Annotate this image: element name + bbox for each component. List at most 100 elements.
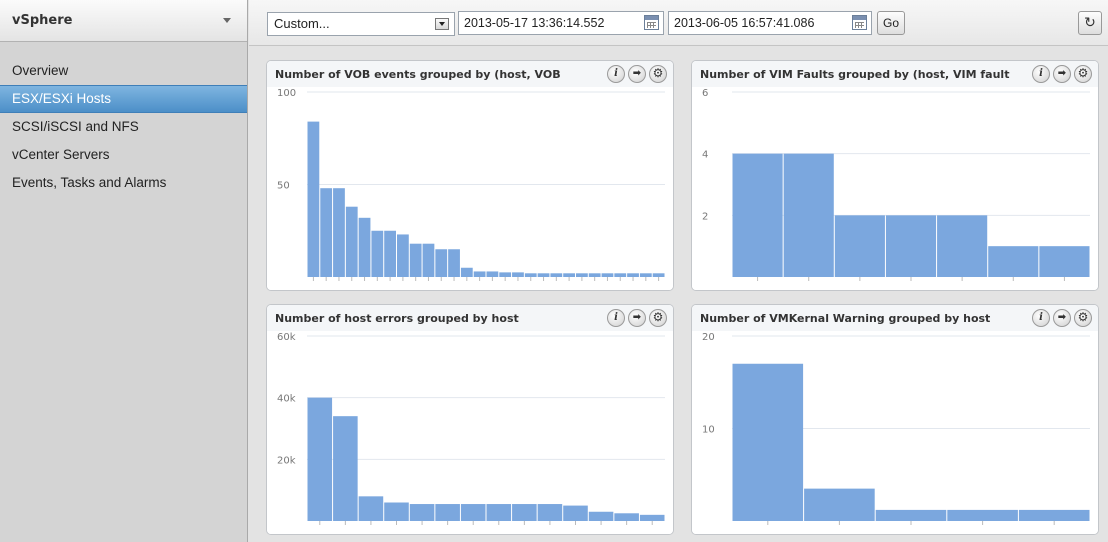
bar [358, 217, 371, 277]
chart-panel-vim-faults: Number of VIM Faults grouped by (host, V… [691, 60, 1099, 291]
bar [371, 230, 384, 277]
gear-icon[interactable]: ⚙ [1074, 309, 1092, 327]
bar [652, 273, 665, 277]
calendar-icon[interactable] [852, 15, 867, 30]
bar [409, 504, 435, 521]
bar [639, 273, 652, 277]
arrow-right-icon[interactable]: ➡ [1053, 65, 1071, 83]
end-date-field[interactable]: 2013-06-05 16:57:41.086 [668, 11, 872, 35]
main-content: Custom... 2013-05-17 13:36:14.552 2013-0… [249, 0, 1108, 542]
start-date-field[interactable]: 2013-05-17 13:36:14.552 [458, 11, 664, 35]
bar [639, 514, 665, 521]
bar [834, 215, 885, 277]
chart-panel-vmkernel-warnings: Number of VMKernal Warning grouped by ho… [691, 304, 1099, 535]
bar [358, 496, 384, 521]
bar [435, 504, 460, 521]
bar [732, 153, 783, 277]
gear-icon[interactable]: ⚙ [649, 309, 667, 327]
bar [422, 243, 435, 277]
bar [804, 488, 875, 521]
info-icon[interactable]: i [1032, 309, 1050, 327]
bar [563, 273, 575, 277]
toolbar: Custom... 2013-05-17 13:36:14.552 2013-0… [249, 0, 1108, 46]
bar [537, 273, 550, 277]
bar [550, 273, 563, 277]
y-tick-label: 50 [277, 181, 290, 192]
info-icon[interactable]: i [607, 309, 625, 327]
bar [614, 273, 627, 277]
chart-plot: 2 4 6 [692, 87, 1098, 290]
bar [601, 273, 614, 277]
refresh-icon[interactable]: ↻ [1078, 11, 1102, 35]
bar [499, 272, 512, 277]
bar [333, 416, 358, 521]
time-range-select[interactable]: Custom... [267, 12, 455, 36]
bar [563, 505, 588, 521]
bar [307, 121, 320, 277]
bar [875, 509, 947, 521]
bar [409, 243, 422, 277]
sidebar-item-vcenter-servers[interactable]: vCenter Servers [0, 141, 247, 169]
time-range-value: Custom... [274, 16, 330, 31]
y-tick-label: 60k [277, 332, 296, 343]
bar [947, 509, 1018, 521]
bar [384, 502, 409, 521]
sidebar-item-storage[interactable]: SCSI/iSCSI and NFS [0, 113, 247, 141]
sidebar-item-overview[interactable]: Overview [0, 57, 247, 85]
y-tick-label: 10 [702, 425, 715, 436]
sidebar-title: vSphere [12, 13, 73, 28]
sidebar-nav: Overview ESX/ESXi Hosts SCSI/iSCSI and N… [0, 42, 247, 197]
chevron-down-icon[interactable] [223, 18, 231, 23]
bar [460, 504, 486, 521]
chart-panel-host-errors: Number of host errors grouped by host i … [266, 304, 674, 535]
bar [885, 215, 937, 277]
info-icon[interactable]: i [1032, 65, 1050, 83]
bar [512, 504, 537, 521]
bar [588, 511, 614, 521]
bar [333, 188, 345, 277]
bar [486, 504, 512, 521]
calendar-icon[interactable] [644, 15, 659, 30]
arrow-right-icon[interactable]: ➡ [628, 65, 646, 83]
bar [460, 267, 473, 277]
dropdown-arrow-icon[interactable] [435, 18, 449, 30]
bar [524, 273, 537, 277]
info-icon[interactable]: i [607, 65, 625, 83]
sidebar-item-esx-hosts[interactable]: ESX/ESXi Hosts [0, 85, 247, 113]
sidebar-header[interactable]: vSphere [0, 0, 247, 42]
panel-title: Number of host errors grouped by host [275, 311, 519, 325]
sidebar-item-events[interactable]: Events, Tasks and Alarms [0, 169, 247, 197]
gear-icon[interactable]: ⚙ [1074, 65, 1092, 83]
arrow-right-icon[interactable]: ➡ [628, 309, 646, 327]
bar [1039, 246, 1090, 277]
chart-svg: 50 100 [277, 88, 665, 281]
start-date-value: 2013-05-17 13:36:14.552 [464, 16, 605, 30]
chart-plot: 20k 40k 60k [267, 331, 673, 534]
bar [384, 230, 396, 277]
bar [512, 272, 524, 277]
y-tick-label: 20k [277, 455, 296, 466]
go-button[interactable]: Go [877, 11, 905, 35]
end-date-value: 2013-06-05 16:57:41.086 [674, 16, 815, 30]
bar [345, 206, 358, 277]
gear-icon[interactable]: ⚙ [649, 65, 667, 83]
panel-header: Number of VMKernal Warning grouped by ho… [692, 305, 1098, 331]
arrow-right-icon[interactable]: ➡ [1053, 309, 1071, 327]
chart-panel-vob-events: Number of VOB events grouped by (host, V… [266, 60, 674, 291]
y-tick-label: 2 [702, 211, 708, 222]
chart-plot: 50 100 [267, 87, 673, 290]
panel-header: Number of host errors grouped by host i … [267, 305, 673, 331]
y-tick-label: 100 [277, 88, 296, 99]
bar [435, 249, 448, 277]
bar [588, 273, 601, 277]
y-tick-label: 4 [702, 150, 708, 161]
chart-svg: 2 4 6 [702, 88, 1090, 281]
bar [397, 234, 409, 277]
panel-header: Number of VIM Faults grouped by (host, V… [692, 61, 1098, 87]
bar [486, 271, 499, 277]
panel-title: Number of VMKernal Warning grouped by ho… [700, 311, 991, 325]
bar [614, 513, 639, 521]
y-tick-label: 20 [702, 332, 715, 343]
bar [473, 271, 486, 277]
bar [307, 397, 333, 521]
